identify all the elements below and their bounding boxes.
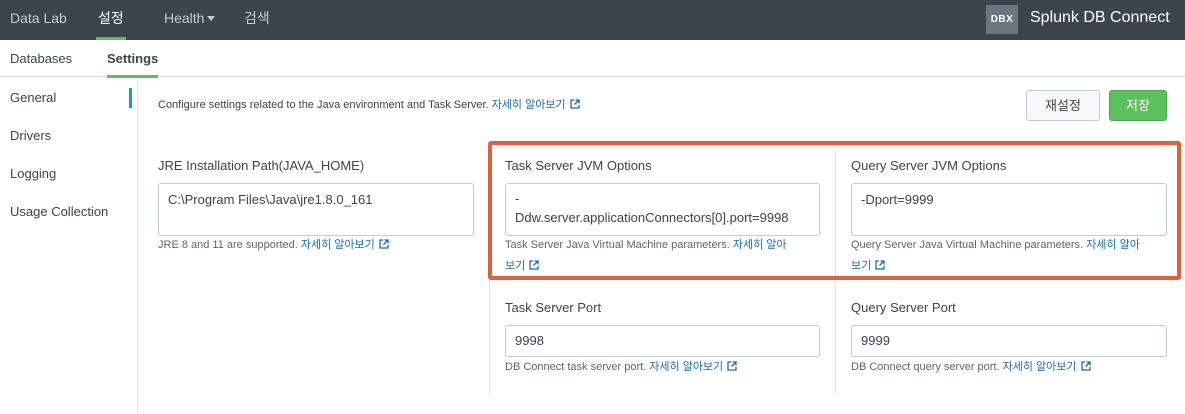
task-jvm-help: Task Server Java Virtual Machine paramet… [505, 235, 825, 277]
learn-more-label: 자세히 알아보기 [300, 239, 375, 251]
sidebar-item-drivers[interactable]: Drivers [10, 128, 51, 143]
jre-path-label: JRE Installation Path(JAVA_HOME) [158, 158, 365, 173]
task-jvm-help-text: Task Server Java Virtual Machine paramet… [505, 239, 733, 251]
jre-path-textarea[interactable]: C:\Program Files\Java\jre1.8.0_161 [158, 183, 474, 236]
external-link-icon [379, 239, 389, 249]
top-navigation-bar: Data Lab 설정 Health 검색 DBX Splunk DB Conn… [0, 0, 1185, 40]
jre-learn-more-link[interactable]: 자세히 알아보기 [301, 239, 389, 251]
topnav-search[interactable]: 검색 [244, 0, 270, 40]
app-title: Splunk DB Connect [1030, 9, 1170, 26]
settings-sidebar: General Drivers Logging Usage Collection [0, 78, 138, 414]
task-port-help: DB Connect task server port. 자세히 알아보기 [505, 357, 825, 378]
task-port-learn-more-link[interactable]: 자세히 알아보기 [649, 361, 737, 373]
task-jvm-value-line-2: Ddw.server.applicationConnectors[0].port… [515, 210, 789, 225]
topnav-data-lab[interactable]: Data Lab [10, 0, 67, 40]
learn-more-label-part-2: 보기 [851, 260, 872, 272]
learn-more-label: 자세히 알아보기 [649, 361, 724, 373]
tab-settings[interactable]: Settings [107, 40, 159, 78]
intro-description: Configure settings related to the Java e… [158, 96, 580, 112]
query-jvm-help-text: Query Server Java Virtual Machine parame… [851, 239, 1087, 251]
external-link-icon [1080, 361, 1091, 371]
learn-more-label: 자세히 알아보기 [1002, 361, 1077, 373]
task-jvm-value-line-1: - [515, 191, 520, 206]
external-link-icon [875, 260, 885, 270]
topnav-settings[interactable]: 설정 [96, 0, 126, 40]
external-link-icon [727, 361, 737, 371]
query-port-help: DB Connect query server port. 자세히 알아보기 [851, 357, 1173, 378]
query-port-input[interactable]: 9999 [851, 325, 1167, 357]
query-port-learn-more-link[interactable]: 자세히 알아보기 [1003, 361, 1091, 373]
learn-more-label-part-1: 자세히 알아 [732, 239, 787, 251]
sidebar-active-indicator [129, 88, 132, 108]
task-port-label: Task Server Port [505, 300, 602, 315]
tab-databases[interactable]: Databases [10, 40, 72, 77]
task-jvm-textarea[interactable]: - Ddw.server.applicationConnectors[0].po… [505, 183, 820, 236]
app-logo: DBX [986, 5, 1018, 34]
task-port-input[interactable]: 9998 [505, 325, 820, 357]
query-port-label: Query Server Port [851, 300, 956, 315]
learn-more-label: 자세히 알아보기 [491, 99, 566, 111]
sub-navigation-tabs: Databases Settings [0, 40, 1185, 78]
column-divider [835, 150, 836, 394]
learn-more-label-part-2: 보기 [505, 260, 526, 272]
sidebar-item-general[interactable]: General [10, 90, 56, 105]
caret-down-icon [207, 15, 216, 21]
jre-path-help: JRE 8 and 11 are supported. 자세히 알아보기 [158, 235, 478, 256]
task-port-help-text: DB Connect task server port. [505, 361, 650, 373]
reset-button[interactable]: 재설정 [1026, 90, 1100, 121]
save-button[interactable]: 저장 [1109, 90, 1167, 121]
task-jvm-label: Task Server JVM Options [505, 158, 652, 173]
jre-help-text: JRE 8 and 11 are supported. [158, 239, 301, 251]
topnav-health-label: Health [164, 10, 205, 26]
column-divider [489, 150, 490, 394]
sidebar-item-logging[interactable]: Logging [10, 166, 56, 181]
sidebar-item-usage-collection[interactable]: Usage Collection [10, 204, 108, 219]
query-jvm-label: Query Server JVM Options [851, 158, 1007, 173]
external-link-icon [529, 260, 539, 270]
query-port-help-text: DB Connect query server port. [851, 361, 1003, 373]
topnav-health[interactable]: Health [164, 0, 216, 40]
intro-text: Configure settings related to the Java e… [158, 99, 492, 111]
query-jvm-textarea[interactable]: -Dport=9999 [851, 183, 1167, 236]
query-jvm-help: Query Server Java Virtual Machine parame… [851, 235, 1173, 277]
external-link-icon [569, 99, 580, 109]
intro-learn-more-link[interactable]: 자세히 알아보기 [492, 99, 580, 111]
learn-more-label-part-1: 자세히 알아 [1086, 239, 1140, 251]
